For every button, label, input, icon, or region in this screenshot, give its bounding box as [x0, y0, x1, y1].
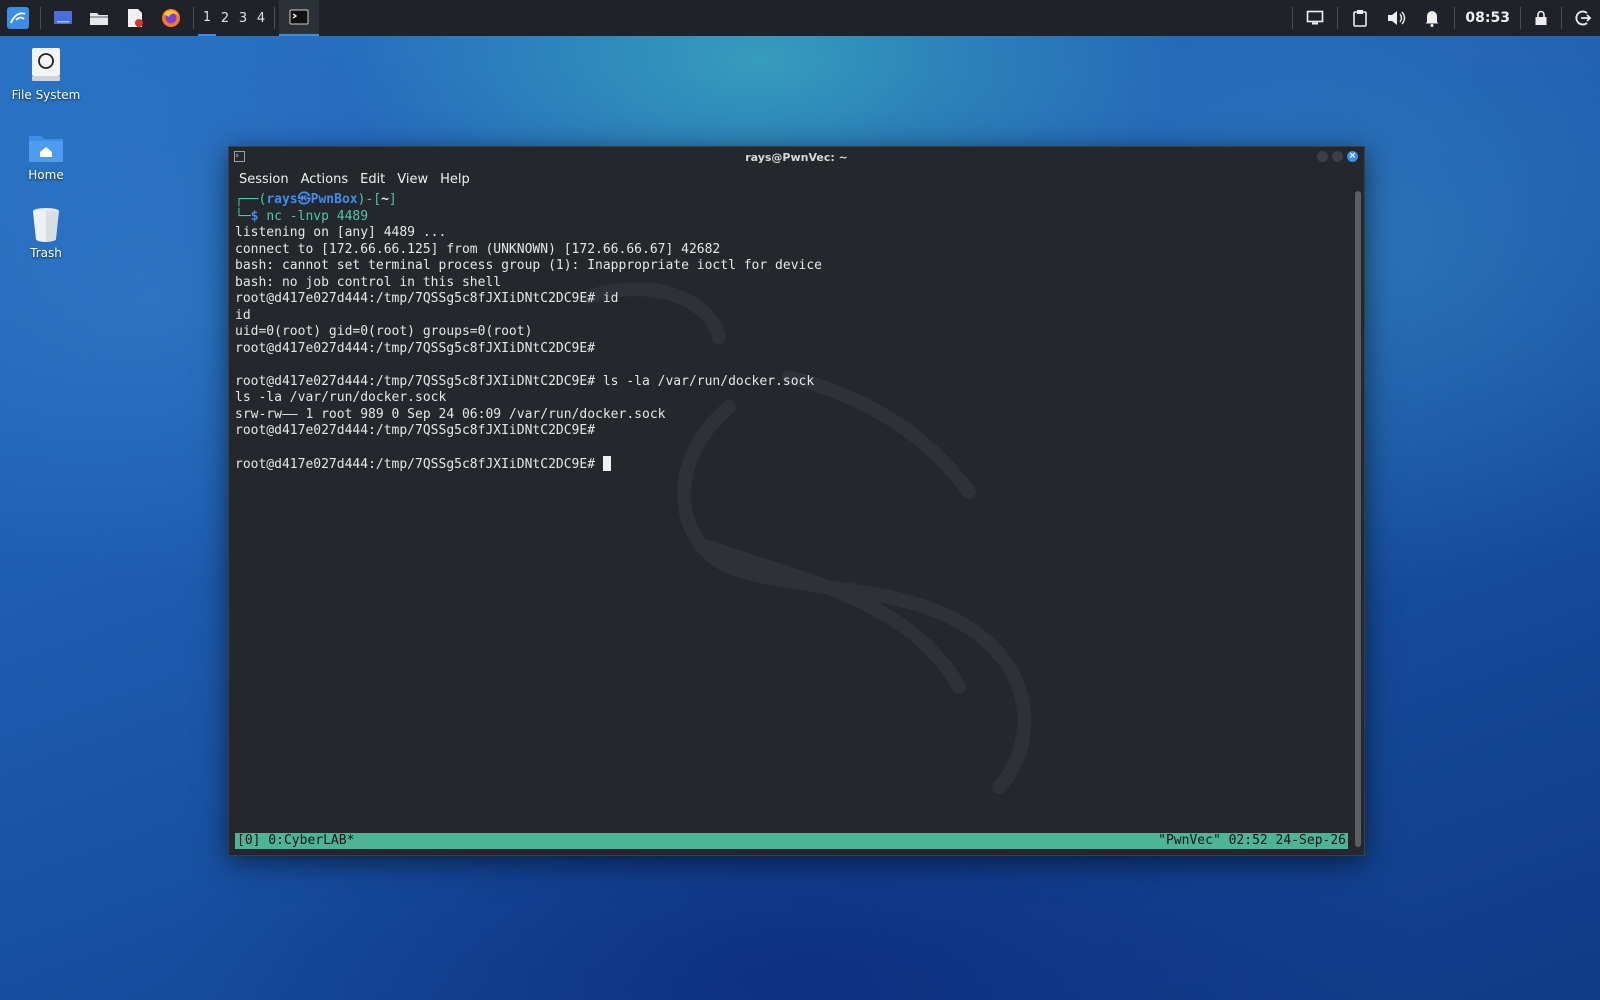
- desktop-icon: [54, 11, 72, 24]
- lock-icon: [1535, 10, 1547, 25]
- output-line: bash: no job control in this shell: [235, 274, 502, 290]
- volume-icon: [1388, 11, 1406, 25]
- prompt-at-glyph: ㉿: [297, 192, 311, 207]
- prompt-mid: )-[: [357, 192, 382, 207]
- taskbar-terminal-window[interactable]: [279, 0, 319, 36]
- clipboard-icon: [1353, 10, 1368, 27]
- menu-actions[interactable]: Actions: [295, 172, 355, 187]
- firefox-button[interactable]: [153, 0, 189, 36]
- clock[interactable]: 08:53: [1459, 10, 1516, 26]
- close-button[interactable]: ×: [1347, 151, 1358, 162]
- menu-help[interactable]: Help: [434, 172, 476, 187]
- desktop-icon-file-system[interactable]: File System: [0, 46, 92, 102]
- desktop-icon-label: Home: [28, 168, 64, 182]
- window-titlebar[interactable]: rays@PwnVec: ~ ×: [229, 147, 1364, 167]
- logout-button[interactable]: [1566, 0, 1600, 36]
- display-button[interactable]: [1297, 0, 1333, 36]
- terminal-icon: [289, 9, 309, 25]
- folder-icon: [90, 13, 108, 25]
- output-line: uid=0(root) gid=0(root) groups=0(root): [235, 324, 533, 339]
- workspace-2[interactable]: 2: [216, 11, 234, 26]
- output-line: root@d417e027d444:/tmp/7QSSg5c8fJXIiDNtC…: [235, 340, 596, 356]
- output-line: ls -la /var/run/docker.sock: [235, 390, 447, 405]
- panel-separator: [1454, 7, 1456, 29]
- lock-screen-button[interactable]: [1525, 0, 1557, 36]
- panel-separator: [1292, 7, 1294, 29]
- output-line: srw-rw—— 1 root 989 0 Sep 24 06:09 /var/…: [235, 406, 666, 422]
- desktop-icon-label: File System: [11, 88, 81, 102]
- bell-icon: [1425, 11, 1439, 27]
- output-line: root@d417e027d444:/tmp/7QSSg5c8fJXIiDNtC…: [235, 291, 619, 306]
- prompt-host: PwnBox: [310, 192, 358, 207]
- panel-separator: [193, 7, 194, 29]
- text-editor-icon: [128, 9, 143, 27]
- tmux-status-right: "PwnVec" 02:52 24-Sep-26: [1158, 833, 1346, 848]
- prompt-command-line: └─$ nc -lnvp 4489: [235, 209, 1344, 226]
- text-cursor: [602, 456, 611, 471]
- menubar: Session Actions Edit View Help: [229, 167, 1364, 191]
- monitor-icon: [1307, 10, 1324, 25]
- logout-icon: [1575, 10, 1592, 26]
- prompt-end: ]: [388, 192, 397, 207]
- prompt-dir: ~: [381, 192, 389, 207]
- prompt-corner-top: ┌──(: [235, 192, 267, 207]
- output-line: listening on [any] 4489 ...: [235, 225, 447, 240]
- minimize-button[interactable]: [1317, 151, 1328, 162]
- kali-logo-icon: [7, 7, 29, 29]
- current-prompt-line[interactable]: root@d417e027d444:/tmp/7QSSg5c8fJXIiDNtC…: [235, 456, 1344, 473]
- panel-separator: [1337, 7, 1339, 29]
- prompt-user: rays: [266, 192, 298, 207]
- app-menu-button[interactable]: [0, 0, 36, 36]
- output-line: root@d417e027d444:/tmp/7QSSg5c8fJXIiDNtC…: [235, 373, 815, 389]
- workspace-3[interactable]: 3: [234, 11, 252, 26]
- desktop-icon-label: Trash: [30, 246, 62, 260]
- output-line: bash: cannot set terminal process group …: [235, 258, 822, 273]
- panel-separator: [274, 7, 275, 29]
- firefox-icon: [162, 9, 180, 27]
- notifications-button[interactable]: [1414, 0, 1450, 36]
- workspace-1[interactable]: 1: [198, 0, 216, 36]
- output-line: id: [235, 307, 251, 323]
- top-panel: 1 2 3 4 08:53: [0, 0, 1600, 36]
- desktop-icon-trash[interactable]: Trash: [0, 206, 92, 260]
- home-folder-icon: [29, 136, 63, 162]
- command-args: -lnvp 4489: [281, 208, 369, 224]
- tmux-window-list[interactable]: [0] 0:CyberLAB*: [237, 833, 354, 849]
- terminal-output[interactable]: ┌──(rays㉿PwnBox)-[~] └─$ nc -lnvp 4489 l…: [229, 191, 1350, 847]
- workspace-4[interactable]: 4: [252, 11, 270, 26]
- file-manager-button[interactable]: [81, 0, 117, 36]
- panel-separator: [1520, 7, 1521, 29]
- trash-icon: [33, 208, 59, 242]
- menu-view[interactable]: View: [391, 172, 434, 187]
- maximize-button[interactable]: [1332, 151, 1343, 162]
- menu-edit[interactable]: Edit: [354, 172, 391, 187]
- terminal-window[interactable]: rays@PwnVec: ~ × Session Actions Edit Vi…: [228, 146, 1365, 856]
- show-desktop-button[interactable]: [45, 0, 81, 36]
- panel-separator: [40, 7, 41, 29]
- prompt-corner-bottom: └─: [235, 208, 251, 224]
- prompt-dollar: $: [250, 208, 259, 224]
- current-prompt: root@d417e027d444:/tmp/7QSSg5c8fJXIiDNtC…: [235, 457, 603, 472]
- output-line: root@d417e027d444:/tmp/7QSSg5c8fJXIiDNtC…: [235, 423, 596, 438]
- terminal-scrollbar[interactable]: [1355, 191, 1361, 847]
- volume-button[interactable]: [1378, 0, 1414, 36]
- output-line: connect to [172.66.66.125] from (UNKNOWN…: [235, 241, 721, 257]
- panel-separator: [1561, 7, 1562, 29]
- tmux-status-bar: [0] 0:CyberLAB* "PwnVec" 02:52 24-Sep-26: [235, 833, 1348, 849]
- clipboard-button[interactable]: [1342, 0, 1378, 36]
- prompt-header: ┌──(rays㉿PwnBox)-[~]: [235, 192, 1344, 209]
- text-editor-button[interactable]: [117, 0, 153, 36]
- command-name: nc: [266, 208, 282, 224]
- window-title: rays@PwnVec: ~: [745, 150, 848, 164]
- desktop-icon-home[interactable]: Home: [0, 130, 92, 182]
- menu-session[interactable]: Session: [233, 172, 295, 187]
- drive-icon: [32, 48, 60, 81]
